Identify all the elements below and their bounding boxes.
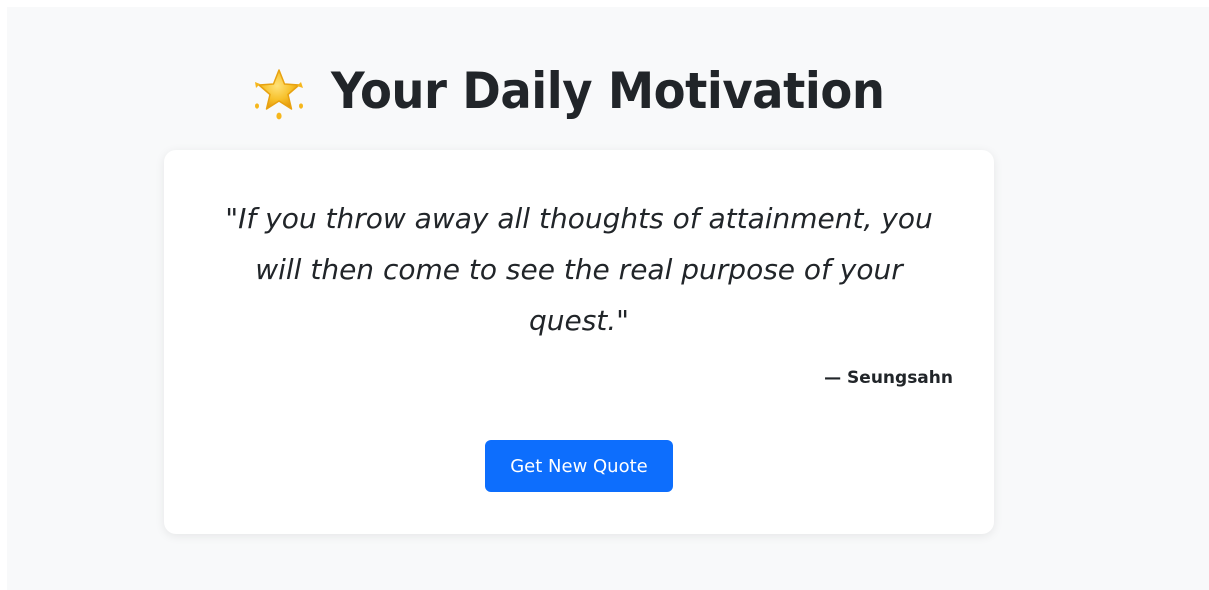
quote-card: "If you throw away all thoughts of attai… xyxy=(164,150,994,534)
get-new-quote-button[interactable]: Get New Quote xyxy=(485,440,673,492)
quote-text: "If you throw away all thoughts of attai… xyxy=(225,202,933,337)
page-background: Your Daily Motivation "If you throw away… xyxy=(7,7,1209,590)
page-title: Your Daily Motivation xyxy=(331,62,885,120)
glowing-star-icon xyxy=(249,62,307,120)
quote-author: — Seungsahn xyxy=(824,368,953,388)
page-header: Your Daily Motivation xyxy=(7,61,1209,121)
